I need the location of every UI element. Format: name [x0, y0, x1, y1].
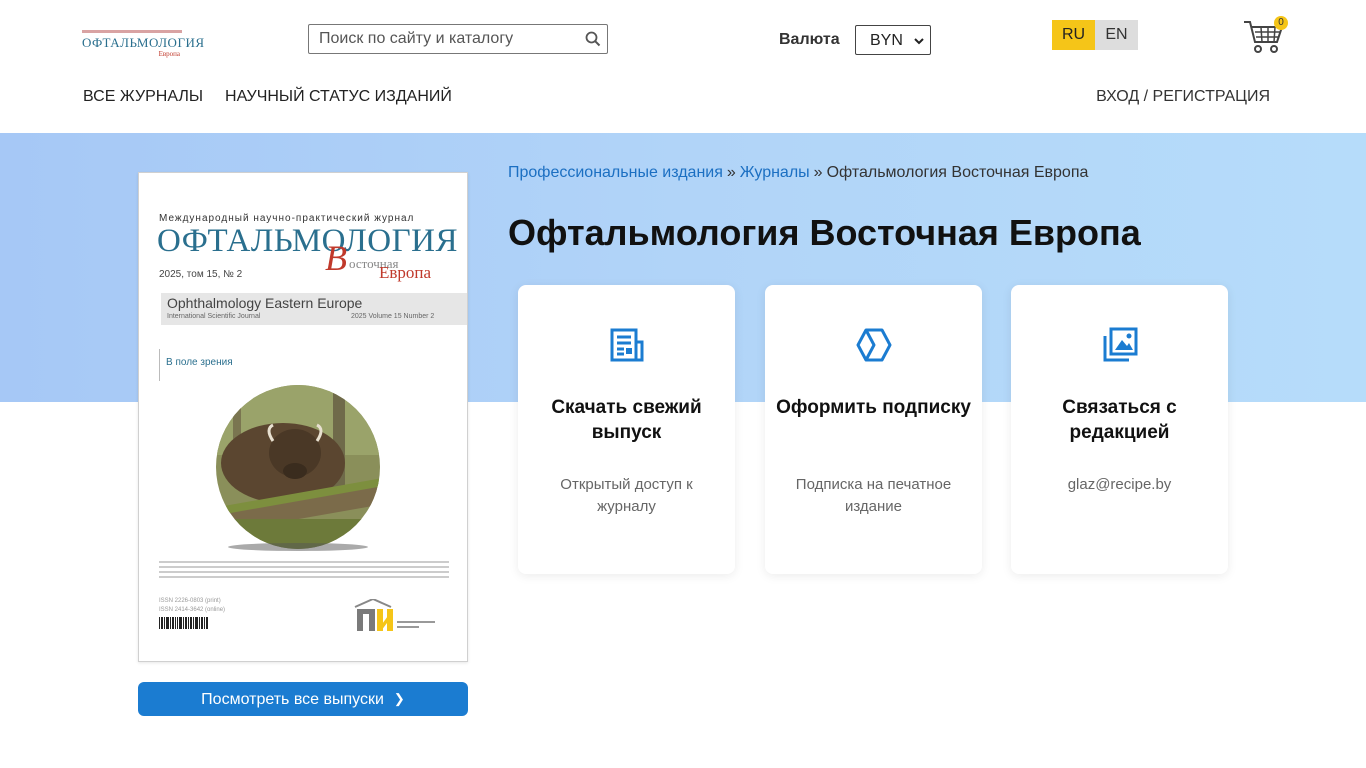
card-description: Открытый доступ к журналу [560, 476, 693, 515]
card-contact-editorial[interactable]: Связаться с редакцией glaz@recipe.by [1011, 285, 1228, 574]
cover-english-subtitle: International Scientific Journal [167, 313, 261, 320]
currency-value: BYN [870, 32, 903, 49]
cart-button[interactable]: 0 [1243, 16, 1288, 54]
currency-select[interactable]: BYN [855, 25, 931, 55]
cover-english-title: Ophthalmology Eastern Europe [167, 295, 363, 311]
breadcrumb-professional-editions[interactable]: Профессиональные издания [508, 164, 723, 181]
cover-evropa: Европа [379, 263, 432, 282]
nav-all-journals[interactable]: ВСЕ ЖУРНАЛЫ [83, 88, 203, 106]
cover-isbn-online: ISSN 2414-3642 (online) [159, 607, 226, 613]
search-input[interactable] [309, 25, 579, 53]
login-register-link[interactable]: ВХОД / РЕГИСТРАЦИЯ [1096, 88, 1270, 106]
card-download-issue[interactable]: Скачать свежий выпуск Открытый доступ к … [518, 285, 735, 574]
card-title: Оформить подписку [776, 397, 971, 418]
cover-body-text [159, 561, 449, 581]
view-all-issues-button[interactable]: Посмотреть все выпуски ❯ [138, 682, 468, 716]
main-nav: ВСЕ ЖУРНАЛЫ НАУЧНЫЙ СТАТУС ИЗДАНИЙ [83, 88, 452, 106]
cart-count-badge: 0 [1274, 16, 1288, 30]
search-box [308, 24, 608, 54]
breadcrumb-separator: » [813, 164, 823, 181]
card-title: Связаться с редакцией [1062, 397, 1177, 443]
card-description: glaz@recipe.by [1067, 476, 1172, 493]
breadcrumb-separator: » [726, 164, 736, 181]
cover-title: ОФТАЛЬМОЛОГИЯ [157, 223, 459, 259]
lang-ru-button[interactable]: RU [1052, 20, 1095, 50]
nav-scientific-status[interactable]: НАУЧНЫЙ СТАТУС ИЗДАНИЙ [225, 88, 452, 106]
cover-letter-v: В [325, 238, 347, 278]
images-icon [1103, 327, 1138, 362]
page-title: Офтальмология Восточная Европа [508, 212, 1141, 253]
cover-english-issue: 2025 Volume 15 Number 2 [351, 313, 435, 320]
cover-divider [159, 349, 160, 381]
search-icon[interactable] [585, 31, 601, 47]
logo-top-line [82, 30, 182, 33]
card-description: Подписка на печатное издание [795, 476, 952, 515]
card-subscribe[interactable]: Оформить подписку Подписка на печатное и… [765, 285, 982, 574]
lang-en-button[interactable]: EN [1095, 20, 1138, 50]
journal-cover[interactable]: Международный научно-практический журнал… [138, 172, 468, 662]
breadcrumb-journals[interactable]: Журналы [740, 164, 810, 181]
chevron-down-icon [914, 38, 924, 45]
breadcrumb-current: Офтальмология Восточная Европа [826, 164, 1089, 181]
logo-title: ОФТАЛЬМОЛОГИЯ [82, 35, 205, 50]
site-logo[interactable]: ОФТАЛЬМОЛОГИЯ Европа [82, 30, 204, 60]
cover-bison-image [216, 385, 380, 551]
site-header: ОФТАЛЬМОЛОГИЯ Европа Валюта BYN RU EN [0, 0, 1366, 133]
logo-subtitle: Европа [158, 50, 180, 58]
card-title: Скачать свежий выпуск [551, 397, 702, 443]
cover-english-band: Ophthalmology Eastern Europe Internation… [161, 293, 467, 325]
cube-icon [856, 328, 892, 362]
cover-isbn: ISSN 2226-0803 (print) ISSN 2414-3642 (o… [159, 597, 225, 615]
view-all-issues-label: Посмотреть все выпуски [201, 691, 384, 708]
chevron-right-icon: ❯ [393, 691, 405, 706]
cover-issue: 2025, том 15, № 2 [159, 269, 243, 280]
cover-isbn-print: ISSN 2226-0803 (print) [159, 598, 221, 604]
language-switcher: RU EN [1052, 20, 1138, 50]
publisher-logo-icon [354, 599, 435, 631]
breadcrumb: Профессиональные издания» Журналы» Офтальм… [508, 164, 1088, 182]
barcode-icon [159, 617, 208, 629]
currency-label: Валюта [779, 31, 840, 48]
cover-field-label: В поле зрения [166, 357, 233, 368]
document-icon [610, 328, 644, 362]
